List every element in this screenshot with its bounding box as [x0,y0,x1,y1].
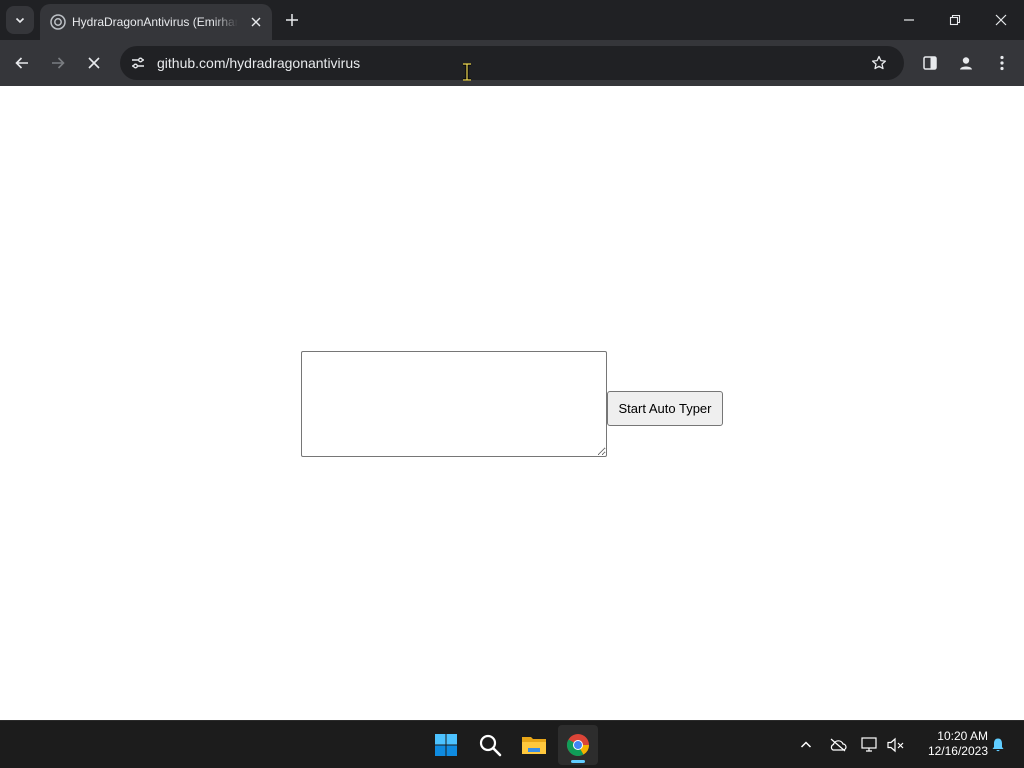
chevron-down-icon [15,17,25,24]
clock-date: 12/16/2023 [927,744,988,758]
auto-typer-textarea[interactable] [301,351,607,457]
close-tab-icon[interactable] [246,12,266,32]
start-button[interactable] [426,725,466,765]
minimize-icon [904,19,914,21]
chevron-up-icon [800,741,812,748]
browser-toolbar: github.com/hydradragonantivirus [0,40,1024,86]
browser-menu-button[interactable] [986,47,1018,79]
browser-tabstrip: HydraDragonAntivirus (Emirhan Ucan) [0,0,1024,40]
onedrive-tray-button[interactable] [826,733,850,757]
forward-button[interactable] [42,47,74,79]
taskbar: 10:20 AM 12/16/2023 [0,720,1024,768]
github-icon [50,14,66,30]
close-window-button[interactable] [978,0,1024,40]
search-button[interactable] [470,725,510,765]
side-panel-icon [923,56,937,70]
volume-tray-button[interactable] [884,733,908,757]
text-cursor-icon [463,63,471,81]
profile-icon [960,57,972,70]
address-bar[interactable]: github.com/hydradragonantivirus [120,46,904,80]
restore-icon [949,14,961,26]
minimize-button[interactable] [886,0,932,40]
network-icon [861,737,877,752]
back-button[interactable] [6,47,38,79]
arrow-right-icon [52,57,65,69]
search-icon [479,734,502,757]
volume-muted-icon [887,737,904,753]
arrow-left-icon [15,57,28,69]
close-icon [995,14,1007,26]
file-explorer-button[interactable] [514,725,554,765]
browser-tab[interactable]: HydraDragonAntivirus (Emirhan Ucan) [40,4,272,40]
chrome-icon [567,734,589,756]
url-text: github.com/hydradragonantivirus [157,55,361,71]
plus-icon [286,14,298,26]
side-panel-button[interactable] [914,47,946,79]
page-viewport: Start Auto Typer [0,86,1024,720]
bookmark-star-icon[interactable] [867,51,891,75]
network-tray-button[interactable] [858,733,882,757]
profile-button[interactable] [950,47,982,79]
site-info-icon[interactable] [126,51,150,75]
file-explorer-icon [522,737,546,754]
stop-loading-button[interactable] [78,47,110,79]
restore-button[interactable] [932,0,978,40]
show-hidden-icons-button[interactable] [794,733,818,757]
tab-search-button[interactable] [6,6,34,34]
active-app-indicator [571,760,585,763]
close-icon [88,57,100,69]
taskbar-clock[interactable]: 10:20 AM 12/16/2023 [912,729,988,761]
start-icon [435,734,457,756]
cloud-offline-icon [830,738,847,752]
bell-icon [992,738,1004,752]
clock-time: 10:20 AM [937,729,988,743]
notifications-button[interactable] [986,733,1010,757]
start-auto-typer-button[interactable]: Start Auto Typer [607,391,723,426]
more-vertical-icon [1000,55,1004,71]
chrome-taskbar-button[interactable] [558,725,598,765]
tab-title: HydraDragonAntivirus (Emirhan Ucan) [72,15,238,29]
new-tab-button[interactable] [280,8,304,32]
